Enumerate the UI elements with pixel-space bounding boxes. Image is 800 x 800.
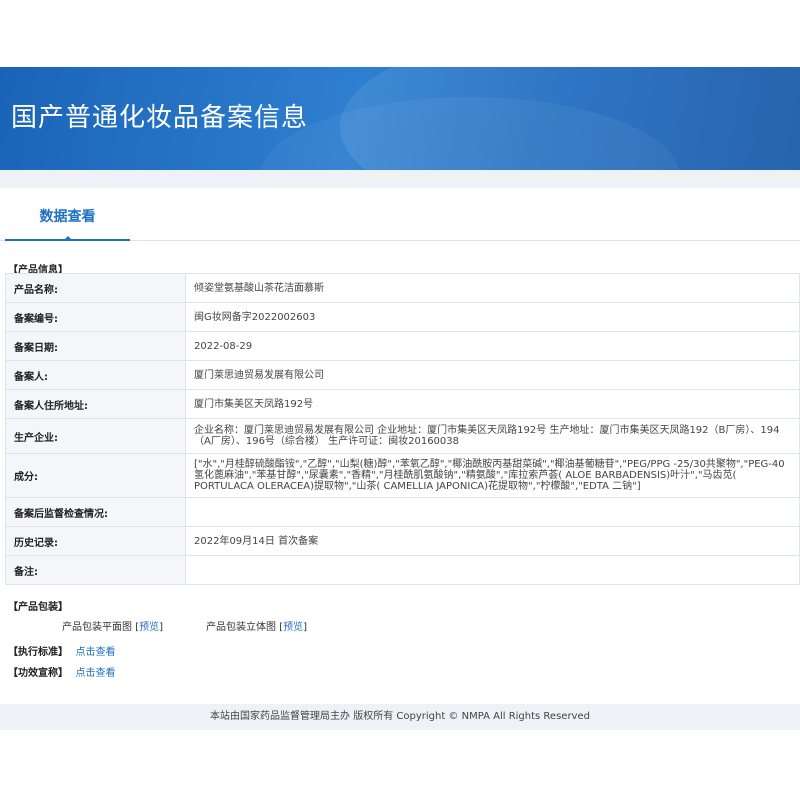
- row-value: 2022-08-29: [185, 331, 800, 361]
- row-value: 厦门市集美区天凤路192号: [185, 389, 800, 419]
- row-key: 成分:: [5, 453, 186, 498]
- section-packaging-label: 【产品包装】: [8, 602, 68, 613]
- page-banner: 国产普通化妆品备案信息: [0, 67, 800, 170]
- efficacy-row: 【功效宣称】 点击查看: [8, 664, 115, 679]
- packaging-item-flat: 产品包装平面图 [预览]: [62, 618, 163, 633]
- table-row: 产品名称: 倾姿堂氨基酸山茶花洁面慕斯: [5, 273, 800, 303]
- tab-label: 数据查看: [39, 209, 96, 225]
- packaging-item-3d: 产品包装立体图 [预览]: [206, 618, 307, 633]
- tab-data-view[interactable]: 数据查看: [5, 188, 130, 241]
- row-key: 生产企业:: [5, 418, 186, 454]
- table-row: 备注:: [5, 555, 800, 585]
- tab-active-caret-icon: [63, 236, 73, 241]
- row-value: ["水","月桂醇硫酸酯铵","乙醇","山梨(糖)醇","苯氧乙醇","椰油酰…: [185, 453, 800, 498]
- row-key: 备案后监督检查情况:: [5, 497, 186, 527]
- bracket: ]: [303, 622, 307, 633]
- page-title: 国产普通化妆品备案信息: [11, 103, 309, 133]
- divider-strip: [0, 170, 800, 188]
- row-value: 企业名称：厦门莱思迪贸易发展有限公司 企业地址：厦门市集美区天凤路192号 生产…: [185, 418, 800, 454]
- packaging-item-label: 产品包装立体图: [206, 622, 276, 633]
- bracket: ]: [159, 622, 163, 633]
- preview-flat-link[interactable]: 预览: [139, 622, 159, 633]
- page-footer: 本站由国家药品监督管理局主办 版权所有 Copyright © NMPA All…: [0, 704, 800, 730]
- table-row: 备案人住所地址: 厦门市集美区天凤路192号: [5, 389, 800, 419]
- row-key: 备案日期:: [5, 331, 186, 361]
- product-info-table: 产品名称: 倾姿堂氨基酸山茶花洁面慕斯 备案编号: 闽G妆网备字20220026…: [5, 273, 800, 585]
- tab-bar: 数据查看: [0, 188, 800, 241]
- row-value: 厦门莱思迪贸易发展有限公司: [185, 360, 800, 390]
- table-row: 备案日期: 2022-08-29: [5, 331, 800, 361]
- table-row: 历史记录: 2022年09月14日 首次备案: [5, 526, 800, 556]
- top-spacer: [0, 0, 800, 67]
- row-key: 备案人住所地址:: [5, 389, 186, 419]
- row-value: [185, 497, 800, 527]
- row-value: 倾姿堂氨基酸山茶花洁面慕斯: [185, 273, 800, 303]
- row-key: 备案人:: [5, 360, 186, 390]
- row-key: 历史记录:: [5, 526, 186, 556]
- preview-3d-link[interactable]: 预览: [283, 622, 303, 633]
- row-value: 2022年09月14日 首次备案: [185, 526, 800, 556]
- efficacy-label: 【功效宣称】: [8, 668, 68, 679]
- standard-view-link[interactable]: 点击查看: [75, 647, 115, 658]
- standard-label: 【执行标准】: [8, 647, 68, 658]
- table-row: 生产企业: 企业名称：厦门莱思迪贸易发展有限公司 企业地址：厦门市集美区天凤路1…: [5, 418, 800, 454]
- table-row: 成分: ["水","月桂醇硫酸酯铵","乙醇","山梨(糖)醇","苯氧乙醇",…: [5, 453, 800, 498]
- efficacy-view-link[interactable]: 点击查看: [75, 668, 115, 679]
- row-value: 闽G妆网备字2022002603: [185, 302, 800, 332]
- row-key: 备注:: [5, 555, 186, 585]
- packaging-item-label: 产品包装平面图: [62, 622, 132, 633]
- row-value: [185, 555, 800, 585]
- table-row: 备案后监督检查情况:: [5, 497, 800, 527]
- table-row: 备案人: 厦门莱思迪贸易发展有限公司: [5, 360, 800, 390]
- standard-row: 【执行标准】 点击查看: [8, 643, 115, 658]
- row-key: 备案编号:: [5, 302, 186, 332]
- row-key: 产品名称:: [5, 273, 186, 303]
- table-row: 备案编号: 闽G妆网备字2022002603: [5, 302, 800, 332]
